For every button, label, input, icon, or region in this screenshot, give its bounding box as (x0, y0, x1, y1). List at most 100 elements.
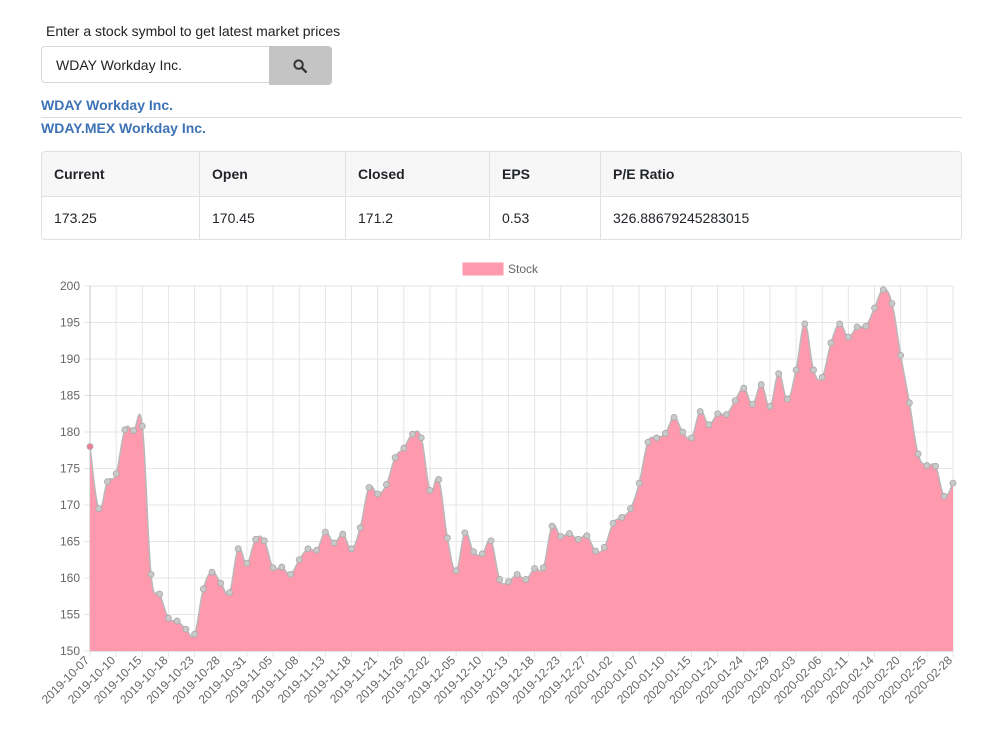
y-tick-label: 190 (60, 352, 80, 366)
data-point (348, 545, 355, 553)
search-button[interactable] (268, 46, 332, 85)
data-point (321, 528, 329, 536)
data-point (566, 530, 573, 537)
legend-swatch (462, 262, 504, 276)
quote-value-row: 173.25 170.45 171.2 0.53 326.88679245283… (42, 197, 961, 239)
header-pe-ratio: P/E Ratio (601, 152, 961, 197)
data-point (382, 481, 390, 488)
data-point (679, 428, 687, 436)
data-point (548, 522, 556, 530)
result-divider (41, 117, 962, 118)
data-point (644, 438, 652, 446)
data-point (313, 546, 321, 554)
data-point (400, 444, 408, 452)
data-point (243, 559, 251, 567)
data-point (731, 397, 739, 405)
data-point (766, 403, 774, 410)
data-point (757, 381, 765, 388)
data-point (252, 535, 260, 543)
quote-table: Current Open Closed EPS P/E Ratio 173.25… (41, 151, 962, 240)
data-point (810, 366, 817, 374)
data-point (278, 563, 286, 571)
data-point (260, 537, 268, 545)
data-point (696, 408, 704, 415)
data-point (199, 585, 207, 593)
data-point (426, 486, 434, 494)
data-point (897, 351, 905, 359)
data-point (452, 567, 460, 575)
data-point (557, 532, 565, 540)
data-point (356, 524, 364, 532)
y-tick-label: 185 (60, 389, 80, 403)
data-point (130, 427, 137, 434)
value-pe-ratio: 326.88679245283015 (613, 210, 750, 226)
data-point (871, 304, 878, 312)
data-point (374, 490, 382, 498)
data-point (714, 410, 722, 418)
data-point (539, 564, 547, 572)
result-link-wday-mex[interactable]: WDAY.MEX Workday Inc. (41, 120, 206, 136)
result-link-wday[interactable]: WDAY Workday Inc. (41, 97, 173, 113)
data-point (836, 320, 844, 328)
data-point (844, 333, 852, 341)
data-point (906, 399, 913, 407)
data-point (879, 286, 887, 294)
data-point (112, 470, 120, 478)
search-group (41, 46, 332, 85)
y-tick-label: 200 (60, 279, 80, 293)
data-point (461, 529, 469, 537)
data-point (627, 505, 634, 513)
value-open: 170.45 (200, 197, 346, 239)
data-point (801, 320, 809, 328)
y-tick-label: 155 (60, 608, 80, 622)
data-point (496, 576, 504, 583)
data-point (435, 476, 443, 483)
header-current: Current (42, 152, 200, 197)
data-point (208, 568, 216, 576)
y-tick-label: 160 (60, 571, 80, 585)
data-point (600, 543, 608, 551)
value-eps: 0.53 (490, 197, 601, 239)
data-point (940, 492, 948, 500)
data-point (444, 534, 451, 542)
y-tick-label: 195 (60, 316, 80, 330)
y-tick-label: 150 (60, 644, 80, 658)
quote-header-row: Current Open Closed EPS P/E Ratio (42, 152, 961, 197)
data-point (792, 366, 800, 374)
data-point (95, 505, 103, 513)
header-open: Open (200, 152, 346, 197)
search-prompt: Enter a stock symbol to get latest marke… (46, 23, 341, 39)
data-point (470, 548, 477, 556)
data-point (775, 370, 783, 377)
data-point (173, 617, 181, 625)
data-point (531, 565, 538, 572)
header-closed: Closed (346, 152, 490, 197)
data-point (670, 413, 678, 421)
data-point (417, 434, 425, 442)
data-point (269, 564, 277, 572)
data-point (339, 530, 347, 538)
data-point (722, 411, 730, 418)
data-point (932, 462, 939, 470)
data-point (234, 545, 242, 553)
data-point (661, 430, 669, 437)
data-point (217, 579, 225, 587)
data-point (862, 322, 870, 330)
data-point (304, 545, 312, 553)
data-point (783, 395, 791, 403)
data-point (923, 462, 931, 469)
data-point (165, 614, 172, 622)
search-input[interactable] (41, 46, 269, 83)
data-point (827, 339, 835, 347)
stock-chart: Stock 150 155 160 165 170 175 180 185 190 195 200 20… (0, 250, 985, 735)
data-point (522, 576, 530, 583)
stock-chart-svg: Stock15015516016517017518018519019520020… (39, 262, 957, 707)
data-point (513, 570, 521, 578)
search-icon (293, 58, 308, 73)
data-point (182, 625, 190, 633)
data-point (409, 430, 416, 438)
data-point (749, 400, 756, 408)
data-point (592, 547, 599, 555)
data-point (191, 630, 199, 638)
header-eps: EPS (490, 152, 601, 197)
